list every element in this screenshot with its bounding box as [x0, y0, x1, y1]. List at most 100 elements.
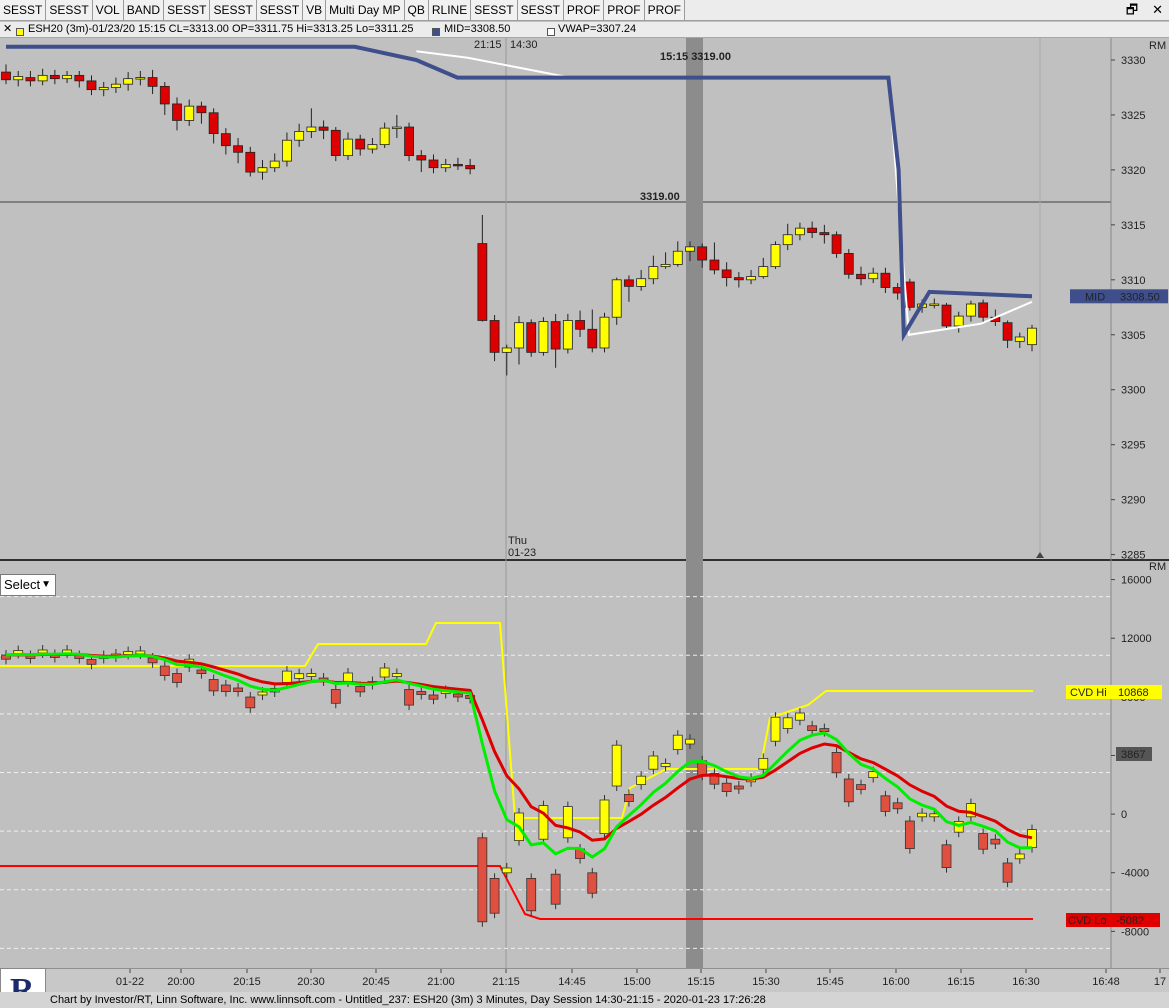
cvd-candle-up [770, 716, 781, 742]
cvd-candle-down [880, 795, 891, 812]
candle-down [550, 321, 561, 350]
toolbar-button-sesst[interactable]: SESST [256, 0, 304, 20]
cvd-candle-down [404, 689, 414, 706]
cvd-candle-up [123, 651, 134, 655]
close-icon[interactable]: ✕ [1152, 2, 1163, 18]
select-dropdown[interactable]: Select ▼ [0, 574, 56, 596]
chart-canvas[interactable]: 3330 3325 3320 3315 3310 3305 3300 3295 3290 3285… [0, 38, 1169, 968]
cvd-candle-up [37, 649, 48, 654]
candle-down [941, 304, 952, 327]
candle-down [49, 74, 60, 80]
toolbar-button-rline[interactable]: RLINE [428, 0, 472, 20]
cvd-tick-label: 12000 [1121, 633, 1152, 645]
toolbar-button-vol[interactable]: VOL [92, 0, 124, 20]
toolbar-button-prof[interactable]: PROF [604, 0, 645, 20]
time-axis-label: 15:00 [623, 976, 651, 988]
candle-down [819, 232, 830, 236]
candle-up [501, 347, 512, 353]
toolbar-button-multi-day-mp[interactable]: Multi Day MP [326, 0, 405, 20]
toolbar-button-qb[interactable]: QB [404, 0, 429, 20]
cvd-candle-down [526, 878, 537, 912]
cvd-candle-down [196, 669, 207, 674]
toolbar-button-sesst[interactable]: SESST [164, 0, 211, 20]
status-text: Chart by Investor/RT, Linn Software, Inc… [50, 994, 766, 1006]
time-axis-label: 17 [1154, 976, 1166, 988]
candle-down [74, 74, 85, 82]
cvd-lo-tag-label: CVD Lo [1068, 915, 1107, 927]
vwap-info: VWAP=3307.24 [558, 23, 637, 35]
close-chart-icon[interactable]: ✕ [3, 22, 12, 37]
cvd-candle-down [550, 873, 561, 905]
candle-down [172, 103, 182, 121]
price-tick-label: 3325 [1121, 110, 1145, 122]
candle-up [538, 321, 549, 353]
cvd-candle-down [624, 794, 634, 803]
indicator-toolbar: SESST SESST VOL BAND SESST SESST SESST VB Multi … [0, 0, 1169, 21]
toolbar-button-prof[interactable]: PROF [644, 0, 685, 20]
cvd-candle-up [599, 799, 610, 834]
candle-down [697, 246, 708, 261]
cvd-candle-down [587, 872, 598, 894]
price-tick-label: 3285 [1121, 550, 1145, 562]
candle-down [709, 259, 720, 271]
time-axis[interactable]: 01-22 20:00 20:15 20:30 20:45 21:00 21:15 14:45… [0, 968, 1169, 992]
price-tick-label: 3290 [1121, 495, 1145, 507]
toolbar-button-sesst[interactable]: SESST [517, 0, 564, 20]
cvd-candle-up [660, 763, 671, 767]
cvd-candle-down [416, 691, 427, 695]
candle-up [306, 126, 317, 132]
toolbar-button-vb[interactable]: VB [303, 0, 327, 20]
cvd-candle-up [562, 806, 573, 839]
time-axis-label: 16:30 [1012, 976, 1040, 988]
toolbar-button-sesst[interactable]: SESST [0, 0, 47, 20]
cvd-candle-up [257, 691, 268, 696]
candle-down [245, 151, 256, 173]
candle-down [147, 77, 158, 87]
cvd-lo-tag-value: -5082 [1116, 915, 1144, 927]
time-axis-label: 21:15 [492, 976, 520, 988]
mid-price-tag-value: 3308.50 [1120, 291, 1160, 303]
candle-up [648, 266, 659, 280]
toolbar-button-prof[interactable]: PROF [563, 0, 605, 20]
candle-down [721, 269, 732, 279]
cvd-candle-down [978, 833, 989, 850]
candle-up [770, 244, 781, 268]
chevron-down-icon: ▼ [41, 579, 51, 590]
candle-up [672, 250, 683, 265]
cvd-hi-tag-label: CVD Hi [1070, 687, 1107, 699]
chart-info-bar: ✕ ESH20 (3m)-01/23/20 15:15 CL=3313.00 O… [0, 22, 1169, 38]
candle-up [440, 164, 451, 169]
candle-down [428, 159, 439, 169]
toolbar-button-sesst[interactable]: SESST [46, 0, 93, 20]
cvd-candle-down [159, 665, 170, 676]
candle-up [636, 278, 647, 287]
candle-up [966, 303, 976, 317]
toolbar-button-band[interactable]: BAND [123, 0, 165, 20]
candle-up [929, 303, 940, 306]
candle-down [208, 112, 219, 135]
mid-info: MID=3308.50 [444, 23, 511, 35]
rm-label-top: RM [1149, 40, 1166, 52]
time-axis-label: 20:45 [362, 976, 390, 988]
candle-up [562, 320, 573, 350]
toolbar-button-sesst[interactable]: SESST [471, 0, 518, 20]
candle-down [489, 320, 500, 353]
candle-down [196, 105, 207, 114]
cvd-candle-down [990, 838, 1001, 845]
candle-down [318, 126, 329, 131]
time-axis-label: 20:00 [167, 976, 195, 988]
day-marker-date: 01-23 [508, 547, 536, 559]
candle-up [782, 234, 793, 246]
restore-icon[interactable]: 🗗 [1126, 2, 1138, 18]
cvd-candle-up [343, 672, 353, 683]
chart-area[interactable]: 3330 3325 3320 3315 3310 3305 3300 3295 3290 3285… [0, 38, 1169, 968]
chart-window: SESST SESST VOL BAND SESST SESST SESST VB Multi … [0, 0, 1169, 1008]
candle-down [416, 155, 427, 161]
candle-up [62, 74, 72, 80]
candle-down [330, 129, 341, 157]
candle-down [477, 243, 488, 321]
toolbar-button-sesst[interactable]: SESST [210, 0, 257, 20]
cvd-candle-down [721, 782, 732, 793]
status-bar: Chart by Investor/RT, Linn Software, Inc… [0, 992, 1169, 1008]
symbol-info: ESH20 (3m)-01/23/20 15:15 CL=3313.00 OP=… [28, 23, 414, 35]
